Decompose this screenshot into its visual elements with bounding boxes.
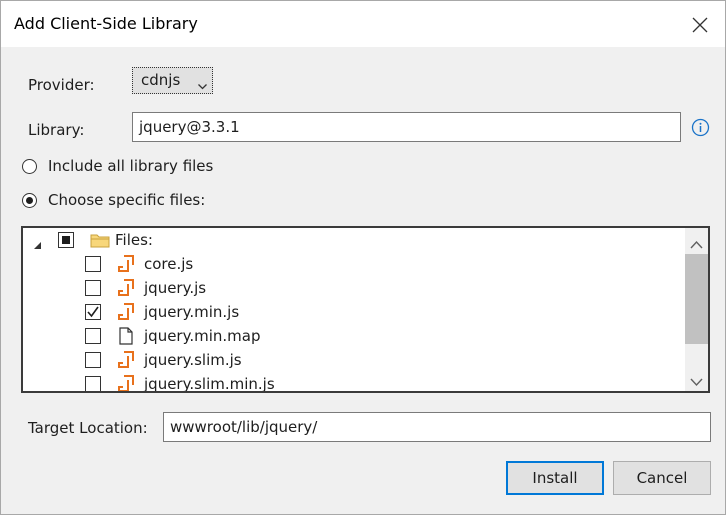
target-location-label: Target Location: <box>28 419 148 437</box>
tree-root-row[interactable]: Files: <box>23 230 683 254</box>
file-row[interactable]: jquery.slim.js <box>23 350 683 374</box>
file-row[interactable]: jquery.min.map <box>23 326 683 350</box>
js-file-icon <box>117 279 135 297</box>
file-label: jquery.min.js <box>144 303 240 321</box>
file-label: jquery.min.map <box>144 327 261 345</box>
target-location-value: wwwroot/lib/jquery/ <box>170 418 318 436</box>
library-label: Library: <box>28 121 85 139</box>
title-bar: Add Client-Side Library <box>1 1 725 47</box>
library-value: jquery@3.3.1 <box>139 118 240 136</box>
file-checkbox[interactable] <box>85 352 101 368</box>
root-label: Files: <box>115 231 153 249</box>
file-label: jquery.slim.js <box>144 351 242 369</box>
js-file-icon <box>117 303 135 321</box>
file-row[interactable]: core.js <box>23 254 683 278</box>
file-row[interactable]: jquery.min.js <box>23 302 683 326</box>
file-checkbox[interactable] <box>85 328 101 344</box>
checkmark-icon <box>87 306 99 318</box>
file-label: jquery.slim.min.js <box>144 375 275 393</box>
js-file-icon <box>117 255 135 273</box>
dialog-title: Add Client-Side Library <box>14 14 198 33</box>
file-checkbox[interactable] <box>85 376 101 391</box>
root-checkbox[interactable] <box>58 232 74 248</box>
file-checkbox[interactable] <box>85 304 101 320</box>
radio-selected-dot <box>26 197 33 204</box>
include-all-label: Include all library files <box>48 157 214 175</box>
info-icon[interactable] <box>691 118 710 137</box>
file-row[interactable]: jquery.slim.min.js <box>23 374 683 393</box>
file-checkbox[interactable] <box>85 256 101 272</box>
choose-specific-radio[interactable] <box>22 193 37 208</box>
js-file-icon <box>117 375 135 391</box>
file-row[interactable]: jquery.js <box>23 278 683 302</box>
provider-value: cdnjs <box>141 71 181 89</box>
js-file-icon <box>117 351 135 369</box>
target-location-input[interactable]: wwwroot/lib/jquery/ <box>163 412 711 442</box>
close-icon[interactable] <box>691 16 709 34</box>
add-library-dialog: Add Client-Side Library Provider: cdnjs … <box>0 0 726 515</box>
provider-dropdown[interactable]: cdnjs <box>132 67 213 94</box>
file-checkbox[interactable] <box>85 280 101 296</box>
scroll-up-icon[interactable] <box>690 236 703 249</box>
partial-check-fill <box>62 236 70 244</box>
include-all-radio[interactable] <box>22 159 37 174</box>
file-label: jquery.js <box>144 279 207 297</box>
document-icon <box>118 327 136 345</box>
choose-specific-label: Choose specific files: <box>48 191 206 209</box>
provider-label: Provider: <box>28 76 95 94</box>
scroll-thumb[interactable] <box>685 254 708 344</box>
tree-scrollbar[interactable] <box>685 228 708 391</box>
install-button[interactable]: Install <box>506 461 604 495</box>
cancel-button[interactable]: Cancel <box>613 461 711 495</box>
library-input[interactable]: jquery@3.3.1 <box>132 112 681 142</box>
scroll-down-icon[interactable] <box>690 373 703 387</box>
files-tree[interactable]: Files: core.js jquery.js jquery.min.js j… <box>21 226 710 393</box>
chevron-down-icon <box>198 76 207 94</box>
file-label: core.js <box>144 255 194 273</box>
expand-triangle-icon[interactable] <box>33 236 42 254</box>
folder-icon <box>90 232 110 250</box>
